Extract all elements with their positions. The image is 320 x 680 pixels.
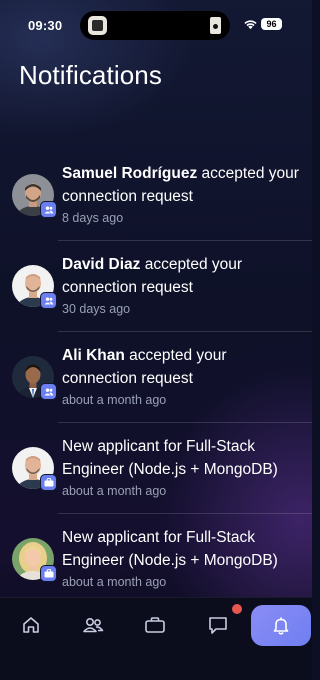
job-badge [40,565,57,582]
avatar-wrap [12,174,57,218]
avatar-wrap [12,356,57,400]
notification-item[interactable]: Samuel Rodríguez accepted your connectio… [0,150,312,241]
notification-message: Ali Khan accepted your connection reques… [62,344,302,390]
notification-item[interactable]: David Diaz accepted your connection requ… [0,241,312,332]
notification-message: David Diaz accepted your connection requ… [62,253,302,299]
notification-item[interactable]: New applicant for Full-Stack Engineer (N… [0,423,312,514]
bottom-nav [0,597,312,680]
nav-jobs[interactable] [140,610,170,640]
battery-icon: 96 [261,18,282,30]
notification-item[interactable]: New applicant for Full-Stack Engineer (N… [0,514,312,605]
notifications-screen: 09:30 96 Notifications Samuel Rodríguez … [0,0,312,680]
speaker-icon [210,17,221,34]
home-icon [23,617,39,633]
notification-list: Samuel Rodríguez accepted your connectio… [0,150,312,605]
page-title: Notifications [19,60,162,90]
notification-message: New applicant for Full-Stack Engineer (N… [62,435,302,481]
notification-content: David Diaz accepted your connection requ… [62,253,302,317]
unread-dot [232,604,242,614]
notification-time: about a month ago [62,393,167,407]
notification-time: 30 days ago [62,302,131,316]
notification-time: about a month ago [62,484,167,498]
avatar-wrap [12,538,57,582]
briefcase-icon [44,478,53,487]
notification-name: David Diaz [62,256,141,273]
notification-time: 8 days ago [62,211,124,225]
status-time: 09:30 [28,18,63,33]
notification-message: New applicant for Full-Stack Engineer (N… [62,526,302,572]
notification-message: Samuel Rodríguez accepted your connectio… [62,162,302,208]
people-icon [44,388,53,395]
connection-badge [40,383,57,400]
notification-body: New applicant for Full-Stack Engineer (N… [62,438,278,478]
people-icon [44,297,53,304]
notification-content: New applicant for Full-Stack Engineer (N… [62,526,302,590]
wifi-icon [244,20,257,30]
nav-messages[interactable] [203,610,233,640]
briefcase-icon [44,569,53,578]
notification-item[interactable]: Ali Khan accepted your connection reques… [0,332,312,423]
notification-body: New applicant for Full-Stack Engineer (N… [62,529,278,569]
connection-badge [40,292,57,309]
briefcase-icon [145,617,165,633]
live-activity-icon [88,16,107,35]
avatar-wrap [12,447,57,491]
notification-name: Samuel Rodríguez [62,165,198,182]
connection-badge [40,201,57,218]
status-bar: 09:30 96 [0,0,312,50]
nav-home[interactable] [16,610,46,640]
avatar-wrap [12,265,57,309]
nav-notifications[interactable] [251,605,311,646]
notification-content: New applicant for Full-Stack Engineer (N… [62,435,302,499]
notification-content: Samuel Rodríguez accepted your connectio… [62,162,302,226]
bell-icon [273,616,289,635]
notification-content: Ali Khan accepted your connection reques… [62,344,302,408]
notification-time: about a month ago [62,575,167,589]
chat-icon [209,617,227,634]
job-badge [40,474,57,491]
people-icon [83,617,104,633]
notification-name: Ali Khan [62,347,125,364]
nav-network[interactable] [78,610,108,640]
people-icon [44,206,53,213]
dynamic-island [80,11,230,40]
